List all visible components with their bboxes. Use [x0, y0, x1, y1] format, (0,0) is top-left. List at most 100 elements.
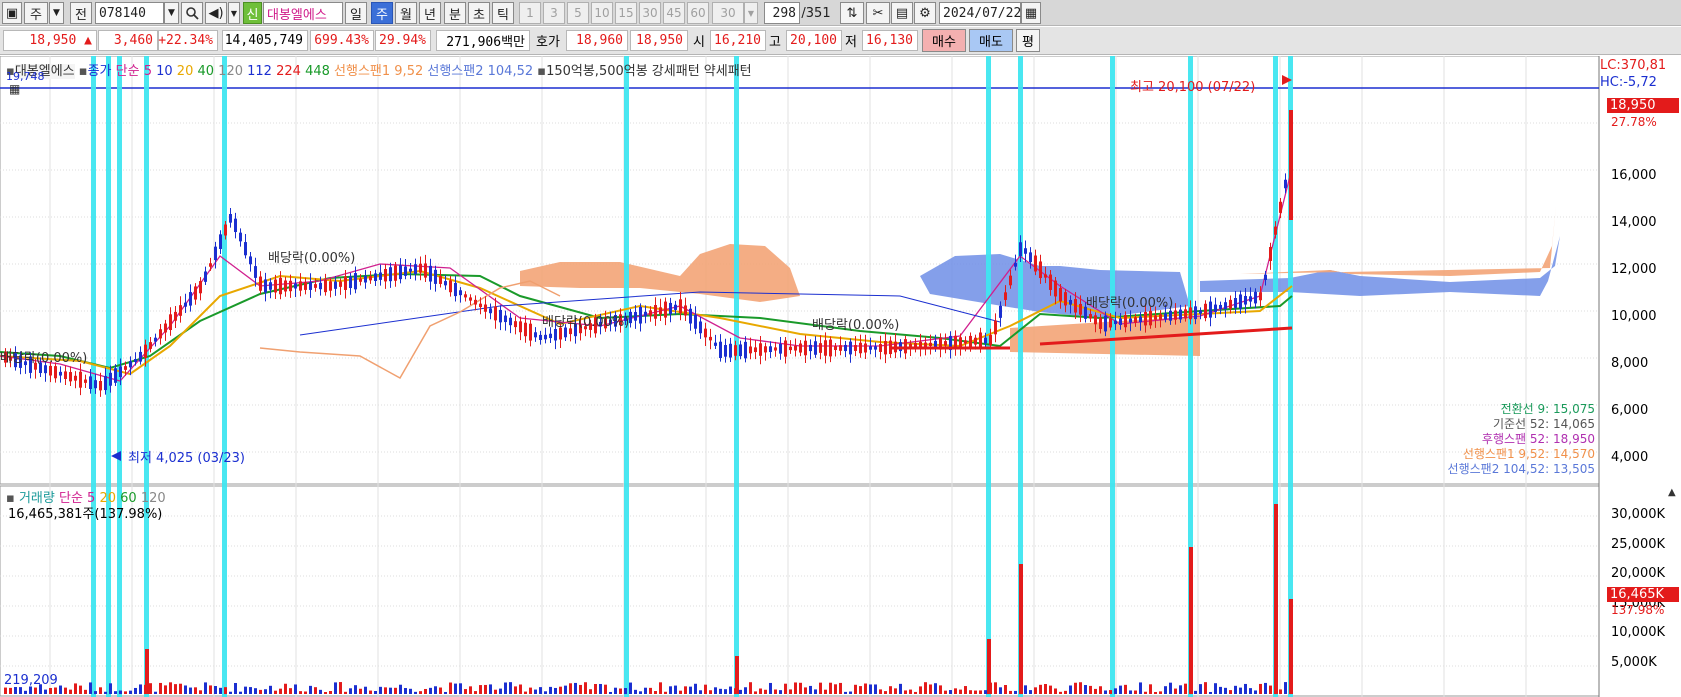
candle-body	[1104, 315, 1107, 332]
legend-span2[interactable]: 선행스팬2 104,52	[427, 64, 533, 79]
volume-bar	[559, 686, 562, 694]
lc-label: LC:370,81	[1600, 58, 1667, 73]
period-select[interactable]: 주	[24, 2, 48, 24]
volume-bar	[769, 682, 772, 694]
volume-bar	[34, 687, 37, 694]
interval-select[interactable]: 30	[712, 2, 744, 24]
volume-bar	[689, 686, 692, 694]
interval-10[interactable]: 10	[591, 2, 613, 24]
search-icon[interactable]	[181, 2, 203, 24]
candle-body	[149, 342, 152, 349]
interval-5[interactable]: 5	[567, 2, 589, 24]
legend-ma-40[interactable]: 40	[197, 64, 214, 79]
eval-button[interactable]: 평	[1016, 29, 1040, 52]
table-icon[interactable]: ▦	[9, 82, 20, 96]
candle-body	[389, 267, 392, 282]
collapse-panel-icon[interactable]: ▲	[1668, 487, 1676, 498]
crosshair-icon[interactable]: ✂	[866, 2, 890, 24]
candle-body	[429, 265, 432, 282]
volume-bar	[809, 685, 812, 694]
interval-60[interactable]: 60	[687, 2, 709, 24]
code-dropdown-icon[interactable]: ▼	[164, 2, 179, 24]
candle-body	[924, 342, 927, 348]
volume-bar	[444, 691, 447, 694]
candle-body	[1089, 314, 1092, 319]
tab-second[interactable]: 초	[468, 2, 490, 24]
volume-bar	[264, 689, 267, 694]
interval-45[interactable]: 45	[663, 2, 685, 24]
date-input[interactable]: 2024/07/22	[939, 2, 1021, 24]
calendar-icon[interactable]: ▦	[1021, 2, 1041, 24]
save-icon[interactable]: ▤	[891, 2, 913, 24]
interval-3[interactable]: 3	[543, 2, 565, 24]
chevron-down-icon[interactable]: ▼	[49, 2, 64, 24]
interval-1[interactable]: 1	[519, 2, 541, 24]
candle-body	[1204, 303, 1207, 319]
buy-button[interactable]: 매수	[922, 29, 966, 52]
volume-bar	[354, 685, 357, 694]
volume-bar	[1034, 687, 1037, 694]
legend-close[interactable]: 종가	[88, 64, 112, 79]
tab-year[interactable]: 년	[419, 2, 441, 24]
interval-dropdown-icon[interactable]: ▼	[744, 2, 758, 24]
volume-bar	[1149, 684, 1152, 694]
legend-span1[interactable]: 선행스팬1 9,52	[334, 64, 423, 79]
tab-week[interactable]: 주	[371, 2, 393, 24]
legend-ma-120[interactable]: 120	[218, 64, 243, 79]
candle-body	[234, 218, 237, 233]
legend-pattern[interactable]: 150억봉,500억봉 강세패턴	[546, 64, 700, 79]
speaker-icon[interactable]: ◀)	[205, 2, 227, 24]
candle-body	[334, 281, 337, 289]
legend-weak-pattern[interactable]: 약세패턴	[704, 64, 752, 79]
volume-bar	[344, 691, 347, 694]
page-current-input[interactable]: 298	[764, 2, 800, 24]
sell-button[interactable]: 매도	[969, 29, 1013, 52]
volume-bar	[999, 687, 1002, 694]
stock-code-input[interactable]: 078140	[95, 2, 164, 24]
volume-bar	[849, 691, 852, 694]
volume-bar	[14, 687, 17, 694]
tab-day[interactable]: 일	[345, 2, 367, 24]
volume-bar	[119, 690, 122, 694]
candle-body	[204, 271, 207, 282]
speaker-dropdown-icon[interactable]: ▼	[228, 2, 240, 24]
dividend-label-2: 배당락(0.00%)	[0, 351, 88, 366]
volume-spike	[1274, 504, 1278, 694]
tab-minute[interactable]: 분	[444, 2, 466, 24]
tab-month[interactable]: 월	[395, 2, 417, 24]
volume-bar	[1214, 683, 1217, 694]
volume-panel	[0, 485, 1600, 697]
page-total: /351	[800, 2, 832, 24]
candle-body	[264, 279, 267, 293]
legend-ma-224[interactable]: 224	[276, 64, 301, 79]
layout-icon[interactable]: ▣	[2, 2, 22, 24]
candle-style-icon[interactable]: ⇅	[840, 2, 864, 24]
volume-bar	[514, 686, 517, 694]
gear-icon[interactable]: ⚙	[914, 2, 936, 24]
interval-30[interactable]: 30	[639, 2, 661, 24]
legend-ma-10[interactable]: 10	[156, 64, 173, 79]
tab-tick[interactable]: 틱	[492, 2, 514, 24]
open-label: 시	[690, 30, 708, 51]
candle-body	[354, 273, 357, 290]
candle-body	[244, 242, 247, 256]
volume-bar	[1269, 685, 1272, 694]
volume-bar	[1239, 687, 1242, 694]
candle-body	[259, 276, 262, 291]
legend-ma-448[interactable]: 448	[305, 64, 330, 79]
candle-body	[839, 345, 842, 351]
volume-bar	[1179, 685, 1182, 694]
candle-body	[1259, 292, 1262, 301]
candle-body	[1169, 310, 1172, 321]
candle-body	[134, 358, 137, 363]
legend-ma-112[interactable]: 112	[247, 64, 272, 79]
legend-ma-20[interactable]: 20	[177, 64, 194, 79]
candle-body	[339, 281, 342, 287]
interval-15[interactable]: 15	[615, 2, 637, 24]
prev-button[interactable]: 전	[70, 2, 92, 24]
candle-body	[329, 281, 332, 291]
stock-chart[interactable]	[0, 56, 1681, 697]
volume-current-tag: 16,465K	[1607, 587, 1679, 602]
candle-body	[1024, 248, 1027, 254]
legend-ma-label[interactable]: 단순 5	[116, 64, 152, 79]
